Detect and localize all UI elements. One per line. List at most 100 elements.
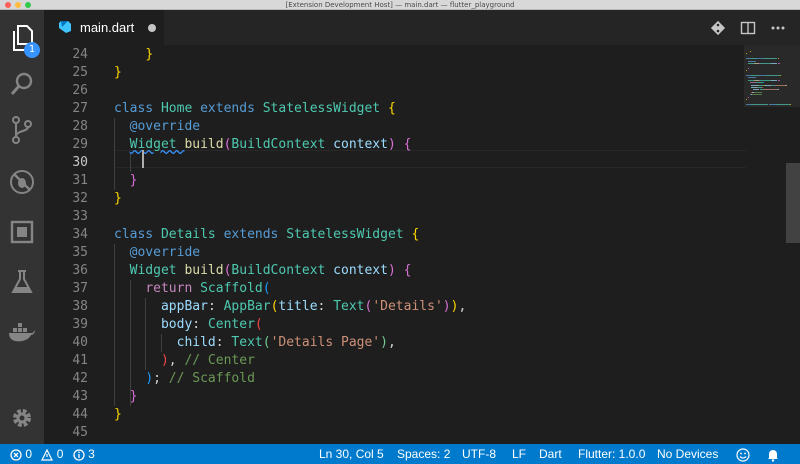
code-token: ( <box>262 281 271 296</box>
debug-icon <box>10 170 34 194</box>
unsaved-dot-icon[interactable] <box>148 24 156 32</box>
language-mode[interactable]: Dart <box>539 444 562 464</box>
explorer-button[interactable]: 1 <box>0 18 44 58</box>
manage-button[interactable] <box>0 398 44 438</box>
code-line[interactable]: 27 class Home extends StatelessWidget { <box>44 100 744 118</box>
code-line[interactable]: 41 ), // Center <box>44 352 744 370</box>
docker-icon <box>9 323 35 342</box>
search-icon <box>10 72 33 95</box>
source-control-button[interactable] <box>0 110 44 150</box>
code-line[interactable]: 28 @override <box>44 118 744 136</box>
minimap-line <box>747 67 749 69</box>
notifications-button[interactable] <box>766 444 780 464</box>
indentation[interactable]: Spaces: 2 <box>397 444 450 464</box>
code-line[interactable]: 29 Widget build(BuildContext context) { <box>44 136 744 154</box>
minimap-viewport <box>744 45 800 107</box>
line-number: 39 <box>72 317 88 332</box>
minimap[interactable] <box>744 45 800 444</box>
minimap-line <box>779 63 781 64</box>
code-token: ( <box>262 335 271 350</box>
code-line[interactable]: 35 @override <box>44 244 744 262</box>
code-line[interactable]: 25} <box>44 64 744 82</box>
code-text: } <box>114 64 122 82</box>
code-text: @override <box>114 118 200 136</box>
code-line[interactable]: 30 <box>44 154 744 172</box>
device-selector[interactable]: No Devices <box>657 444 718 464</box>
split-editor-button[interactable] <box>738 18 758 38</box>
code-token: extends <box>200 101 263 116</box>
code-line[interactable]: 24 } <box>44 46 744 64</box>
line-number: 44 <box>72 407 88 422</box>
docker-button[interactable] <box>0 312 44 352</box>
code-line[interactable]: 31 } <box>44 172 744 190</box>
code-line[interactable]: 39 body: Center( <box>44 316 744 334</box>
line-number: 37 <box>72 281 88 296</box>
code-text: class Details extends StatelessWidget { <box>114 226 419 244</box>
warning-count: 0 <box>56 447 64 461</box>
minimap-line <box>779 79 781 81</box>
code-line[interactable]: 36 Widget build(BuildContext context) { <box>44 262 744 280</box>
tab-label: main.dart <box>80 20 135 35</box>
line-number: 38 <box>72 299 88 314</box>
gear-icon <box>13 409 31 427</box>
line-number: 27 <box>72 101 88 116</box>
code-line[interactable]: 37 return Scaffold( <box>44 280 744 298</box>
code-token: , <box>168 353 185 368</box>
code-token: // Center <box>184 353 255 368</box>
flutter-version[interactable]: Flutter: 1.0.0 <box>578 444 645 464</box>
code-token: ; <box>153 371 169 386</box>
vertical-scrollbar[interactable] <box>786 163 800 243</box>
code-line[interactable]: 26 <box>44 82 744 100</box>
encoding[interactable]: UTF-8 <box>462 444 496 464</box>
code-token: build <box>184 137 224 152</box>
code-token: : <box>317 299 334 314</box>
code-token: context <box>333 137 388 152</box>
cursor-position[interactable]: Ln 30, Col 5 <box>319 444 384 464</box>
minimap-line <box>747 60 756 62</box>
code-line[interactable]: 43 } <box>44 388 744 406</box>
more-icon <box>771 26 785 30</box>
minimap-line <box>751 103 769 105</box>
line-number: 29 <box>72 137 88 152</box>
more-actions-button[interactable] <box>768 18 788 38</box>
code-token: BuildContext <box>231 263 334 278</box>
code-token: Widget <box>129 137 185 152</box>
code-line[interactable]: 40 child: Text('Details Page'), <box>44 334 744 352</box>
code-token: ) <box>380 335 388 350</box>
line-number: 42 <box>72 371 88 386</box>
code-line[interactable]: 32} <box>44 190 744 208</box>
minimap-line <box>765 75 781 76</box>
problems-indicator[interactable]: 0 0 3 <box>10 444 95 464</box>
code-line[interactable]: 44} <box>44 406 744 424</box>
code-line[interactable]: 42 ); // Scaffold <box>44 370 744 388</box>
debug-button[interactable] <box>0 162 44 202</box>
extensions-button[interactable] <box>0 212 44 252</box>
test-button[interactable] <box>0 262 44 302</box>
tab-main-dart[interactable]: main.dart <box>44 10 164 45</box>
code-token: } <box>129 389 138 404</box>
code-line[interactable]: 33 <box>44 208 744 226</box>
code-line[interactable]: 45 <box>44 424 744 442</box>
code-token: } <box>145 47 154 62</box>
code-line[interactable]: 38 appBar: AppBar(title: Text('Details')… <box>44 298 744 316</box>
code-line[interactable]: 34 class Details extends StatelessWidget … <box>44 226 744 244</box>
minimap-line <box>758 75 766 76</box>
git-compare-button[interactable] <box>708 18 728 38</box>
code-text: return Scaffold( <box>114 280 271 298</box>
line-number: 25 <box>72 65 88 80</box>
code-token: Scaffold <box>200 281 263 296</box>
feedback-button[interactable] <box>736 444 750 464</box>
end-of-line[interactable]: LF <box>512 444 526 464</box>
code-editor[interactable]: 24 } 25} 26 27 class Home extends StatelessW… <box>44 45 800 444</box>
code-token: Details <box>160 227 224 242</box>
code-token: : <box>192 317 208 332</box>
search-button[interactable] <box>0 64 44 104</box>
minimap-line <box>777 58 779 60</box>
explorer-badge: 1 <box>24 42 40 58</box>
line-number: 31 <box>72 173 88 188</box>
code-text: child: Text('Details Page'), <box>114 334 396 352</box>
